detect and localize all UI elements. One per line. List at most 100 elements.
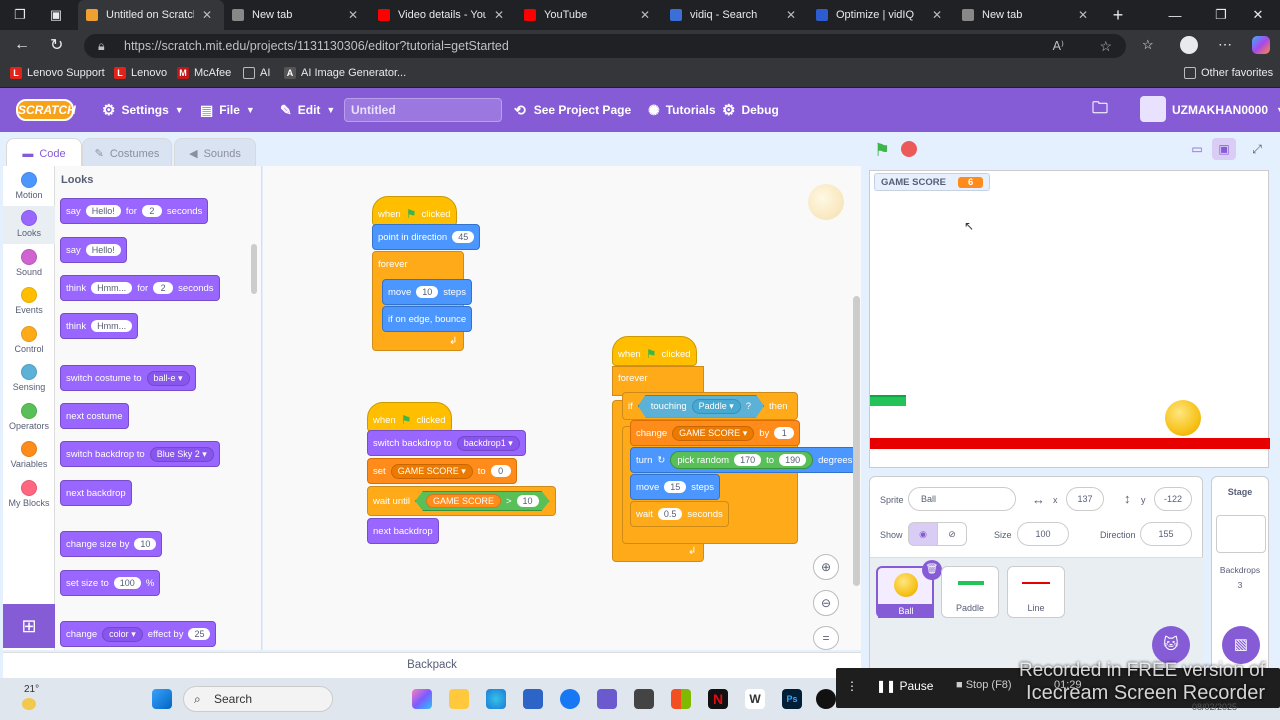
office-icon[interactable] — [671, 689, 691, 709]
green-flag-button[interactable]: ⚑ — [874, 140, 890, 161]
category-sound[interactable]: Sound — [3, 249, 55, 277]
block-change-effect[interactable]: change color ▾ effect by 25 — [60, 621, 217, 647]
category-events[interactable]: Events — [3, 287, 55, 315]
block-next-costume[interactable]: next costume — [60, 403, 129, 429]
stop-button[interactable] — [901, 141, 917, 157]
other-favorites[interactable]: Other favorites — [1184, 67, 1273, 79]
pick-random-operator[interactable]: pick random 170 to 190 — [670, 451, 814, 469]
tab-sounds[interactable]: ◀ Sounds — [174, 138, 256, 168]
debug-button[interactable]: ⚙ Debug — [722, 88, 779, 132]
zoom-out-button[interactable]: ⊖ — [813, 590, 839, 616]
photoshop-icon[interactable]: Ps — [782, 689, 802, 709]
palette-scrollbar[interactable] — [251, 244, 257, 294]
taskbar-search[interactable]: ⌕ Search — [183, 686, 333, 712]
block-if-on-edge-bounce[interactable]: if on edge, bounce — [382, 306, 473, 332]
zoom-reset-button[interactable]: = — [813, 626, 839, 650]
account-menu[interactable]: UZMAKHAN0000▼ — [1172, 88, 1280, 132]
block-switch-costume[interactable]: switch costume to ball-e ▾ — [60, 365, 196, 391]
sprite-thumb-line[interactable]: Line — [1007, 566, 1065, 618]
close-tab-icon[interactable]: ✕ — [1078, 8, 1092, 22]
browser-tab-scratch[interactable]: Untitled on Scratch ✕ — [78, 0, 224, 30]
when-flag-clicked-hat-2[interactable]: when ⚑ clicked — [367, 402, 452, 432]
url-bar[interactable]: 🔒︎ https://scratch.mit.edu/projects/1131… — [84, 34, 1126, 58]
block-move-steps-3[interactable]: move 15 steps — [630, 474, 720, 500]
store-icon[interactable] — [523, 689, 543, 709]
tutorials-button[interactable]: ✺ Tutorials — [648, 88, 716, 132]
file-menu[interactable]: ▤ File ▼ — [200, 88, 255, 132]
bookmark-ai-folder[interactable]: AI — [243, 67, 270, 79]
copilot-app-icon[interactable] — [412, 689, 432, 709]
choose-backdrop-button[interactable]: ▧ — [1222, 626, 1260, 664]
backpack-bar[interactable]: Backpack — [3, 652, 861, 678]
size-input[interactable]: 100 — [1017, 522, 1069, 546]
tab-code[interactable]: ▬ Code — [6, 138, 82, 168]
hide-eye-icon[interactable]: ⊘ — [937, 522, 967, 546]
bookmark-ai-image-generator[interactable]: A AI Image Generator... — [284, 67, 406, 79]
workspaces-icon[interactable]: ❐ — [0, 0, 40, 30]
media-player-icon[interactable] — [634, 689, 654, 709]
sprite-name-input[interactable]: Ball — [908, 487, 1016, 511]
if-header[interactable]: if touching Paddle ▾? then — [622, 392, 798, 420]
x-input[interactable]: 137 — [1066, 487, 1104, 511]
block-switch-backdrop[interactable]: switch backdrop to Blue Sky 2 ▾ — [60, 441, 220, 467]
close-tab-icon[interactable]: ✕ — [348, 8, 362, 22]
bookmark-lenovo-support[interactable]: L Lenovo Support — [10, 67, 105, 79]
browser-tab-youtube[interactable]: YouTube ✕ — [516, 0, 662, 30]
facebook-icon[interactable] — [560, 689, 580, 709]
variable-dropdown[interactable]: GAME SCORE ▾ — [390, 463, 473, 479]
backdrop-dropdown[interactable]: backdrop1 ▾ — [456, 435, 520, 451]
drag-handle-icon[interactable]: ⋮ — [846, 679, 858, 693]
copilot-icon[interactable] — [1252, 36, 1270, 54]
block-next-backdrop[interactable]: next backdrop — [60, 480, 132, 506]
pause-button[interactable]: ❚❚ Pause — [876, 679, 933, 693]
new-tab-plus-icon[interactable]: + — [1096, 0, 1140, 30]
when-flag-clicked-hat-3[interactable]: when ⚑ clicked — [612, 336, 697, 366]
edit-menu[interactable]: ✎ Edit ▼ — [280, 88, 335, 132]
refresh-icon[interactable]: ↻ — [50, 35, 63, 55]
touching-dropdown[interactable]: Paddle ▾ — [692, 399, 741, 414]
favorites-icon[interactable]: ☆ — [1142, 37, 1154, 53]
more-menu-icon[interactable]: ⋯ — [1218, 36, 1232, 53]
block-wait-seconds[interactable]: wait 0.5 seconds — [630, 501, 729, 527]
category-operators[interactable]: Operators — [3, 403, 55, 431]
netflix-icon[interactable]: N — [708, 689, 728, 709]
read-aloud-icon[interactable]: A⁾ — [1053, 34, 1064, 58]
when-flag-clicked-hat-1[interactable]: when ⚑ clicked — [372, 196, 457, 226]
y-input[interactable]: -122 — [1154, 487, 1192, 511]
greater-than-operator[interactable]: GAME SCORE >10 — [415, 491, 550, 511]
delete-sprite-icon[interactable]: 🗑︎ — [922, 560, 942, 580]
category-motion[interactable]: Motion — [3, 172, 55, 200]
variable-dropdown[interactable]: GAME SCORE ▾ — [672, 425, 755, 441]
block-change-variable[interactable]: change GAME SCORE ▾ by 1 — [630, 420, 801, 446]
costume-dropdown[interactable]: ball-e ▾ — [146, 370, 190, 386]
block-move-steps-1[interactable]: move 10 steps — [382, 279, 472, 305]
block-turn-degrees[interactable]: turn ↻ pick random 170 to 190 degrees — [630, 447, 859, 473]
sprite-thumb-paddle[interactable]: Paddle — [941, 566, 999, 618]
browser-tab-video-details[interactable]: Video details - YouTub✕ — [370, 0, 516, 30]
browser-tab-new-tab-2[interactable]: New tab ✕ — [954, 0, 1100, 30]
block-change-size[interactable]: change size by 10 — [60, 531, 163, 557]
small-stage-icon[interactable]: ▭ — [1186, 138, 1208, 160]
close-tab-icon[interactable]: ✕ — [786, 8, 800, 22]
tab-actions-icon[interactable]: ▣ — [36, 0, 76, 30]
block-next-backdrop-script[interactable]: next backdrop — [367, 518, 439, 544]
touching-sensing-block[interactable]: touching Paddle ▾? — [638, 395, 764, 418]
block-set-variable[interactable]: set GAME SCORE ▾ to 0 — [367, 458, 517, 484]
category-my-blocks[interactable]: My Blocks — [3, 480, 55, 508]
see-project-page-button[interactable]: ⟲ See Project Page — [514, 88, 631, 132]
close-tab-icon[interactable]: ✕ — [494, 8, 508, 22]
backdrop-dropdown[interactable]: Blue Sky 2 ▾ — [149, 446, 214, 462]
user-avatar[interactable] — [1140, 96, 1166, 122]
category-sensing[interactable]: Sensing — [3, 364, 55, 392]
favorite-star-icon[interactable]: ☆ — [1099, 34, 1112, 58]
settings-menu[interactable]: ⚙ Settings ▼ — [102, 88, 184, 132]
sprite-thumb-ball[interactable]: Ball 🗑︎ — [876, 560, 942, 618]
zoom-in-button[interactable]: ⊕ — [813, 554, 839, 580]
block-think-for[interactable]: think Hmm... for 2 seconds — [60, 275, 220, 301]
project-title-input[interactable]: Untitled — [344, 98, 502, 122]
category-control[interactable]: Control — [3, 326, 55, 354]
file-explorer-icon[interactable] — [449, 689, 469, 709]
back-icon[interactable]: ← — [14, 36, 30, 54]
block-point-in-direction[interactable]: point in direction 45 — [372, 224, 481, 250]
edge-icon[interactable] — [486, 689, 506, 709]
